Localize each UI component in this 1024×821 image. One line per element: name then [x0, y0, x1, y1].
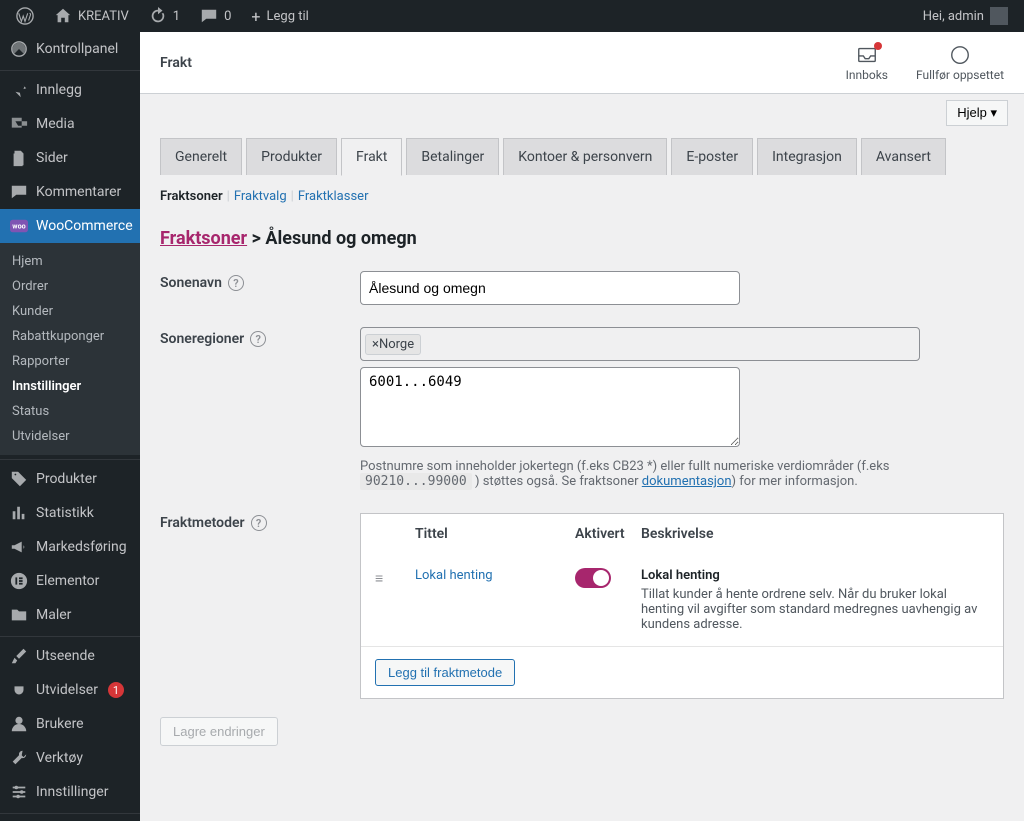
help-toggle[interactable]: Hjelp ▾: [946, 100, 1008, 126]
tab-integrasjon[interactable]: Integrasjon: [757, 138, 857, 175]
my-account[interactable]: Hei, admin: [915, 0, 1016, 32]
settings-tabs: GenereltProdukterFraktBetalingerKontoer …: [160, 138, 1004, 175]
sidebar-sub-innstillinger[interactable]: Innstillinger: [0, 374, 140, 399]
wc-header: Frakt Innboks Fullfør oppsettet: [140, 32, 1024, 94]
sidebar-item-produkter[interactable]: Produkter: [0, 459, 140, 496]
region-tag[interactable]: ×Norge: [365, 334, 421, 355]
sidebar-item-statistikk[interactable]: Statistikk: [0, 496, 140, 530]
shipping-methods-table: Tittel Aktivert Beskrivelse ≡ Lokal hent…: [360, 513, 1004, 699]
shipping-method-row: ≡ Lokal henting Lokal hentingTillat kund…: [361, 554, 1003, 646]
updates-link[interactable]: 1: [141, 0, 188, 32]
tab-produkter[interactable]: Produkter: [246, 138, 337, 175]
site-name-link[interactable]: KREATIV: [46, 0, 137, 32]
tab-kontoer-personvern[interactable]: Kontoer & personvern: [503, 138, 667, 175]
sidebar-sub-hjem[interactable]: Hjem: [0, 249, 140, 274]
breadcrumb-root[interactable]: Fraktsoner: [160, 228, 247, 249]
tab-generelt[interactable]: Generelt: [160, 138, 242, 175]
wp-logo[interactable]: [8, 0, 42, 32]
sidebar-item-kommentarer[interactable]: Kommentarer: [0, 175, 140, 209]
th-desc: Beskrivelse: [641, 526, 989, 542]
sidebar-item-utseende[interactable]: Utseende: [0, 636, 140, 673]
notification-dot: [874, 42, 882, 50]
help-icon[interactable]: ?: [251, 515, 267, 531]
sidebar-item-kontrollpanel[interactable]: Kontrollpanel: [0, 32, 140, 66]
drag-handle-icon[interactable]: ≡: [375, 568, 395, 587]
zone-name-label: Sonenavn: [160, 275, 222, 291]
setup-button[interactable]: Fullfør oppsettet: [916, 44, 1004, 82]
admin-bar: KREATIV 1 0 +Legg til Hei, admin: [0, 0, 1024, 32]
th-title: Tittel: [415, 526, 575, 542]
sidebar-item-innstillinger[interactable]: Innstillinger: [0, 775, 140, 809]
zone-regions-input[interactable]: ×Norge: [360, 327, 920, 361]
method-enabled-toggle[interactable]: [575, 568, 611, 588]
sidebar-item-media[interactable]: Media: [0, 107, 140, 141]
methods-label: Fraktmetoder: [160, 515, 245, 531]
help-icon[interactable]: ?: [250, 331, 266, 347]
tab-avansert[interactable]: Avansert: [861, 138, 946, 175]
save-button[interactable]: Lagre endringer: [160, 717, 278, 746]
zone-regions-label: Soneregioner: [160, 331, 244, 347]
sidebar-item-utvidelser[interactable]: Utvidelser1: [0, 673, 140, 707]
postcode-description: Postnumre som inneholder jokertegn (f.ek…: [360, 459, 1000, 489]
svg-text:woo: woo: [12, 222, 25, 231]
sidebar-sub-rabattkuponger[interactable]: Rabattkuponger: [0, 324, 140, 349]
sidebar-item-woocommerce[interactable]: wooWooCommerce: [0, 209, 140, 243]
sidebar-item-maler[interactable]: Maler: [0, 598, 140, 632]
zone-name-input[interactable]: [360, 271, 740, 305]
subnav-zones[interactable]: Fraktsoner: [160, 189, 223, 204]
tab-e-poster[interactable]: E-poster: [671, 138, 753, 175]
sidebar-sub-ordrer[interactable]: Ordrer: [0, 274, 140, 299]
sidebar-sub-utvidelser[interactable]: Utvidelser: [0, 424, 140, 449]
sidebar-item-trekk-sammen[interactable]: Trekk sammen: [0, 813, 140, 821]
help-icon[interactable]: ?: [228, 275, 244, 291]
breadcrumb: Fraktsoner > Ålesund og omegn: [160, 228, 1004, 249]
sidebar-sub-status[interactable]: Status: [0, 399, 140, 424]
sidebar-sub-kunder[interactable]: Kunder: [0, 299, 140, 324]
subnav-options[interactable]: Fraktvalg: [234, 189, 287, 204]
page-title: Frakt: [160, 55, 192, 71]
sub-nav: Fraktsoner|Fraktvalg|Fraktklasser: [160, 175, 1004, 210]
add-method-button[interactable]: Legg til fraktmetode: [375, 659, 515, 686]
avatar: [990, 7, 1008, 25]
admin-sidebar: Kontrollpanel InnleggMediaSiderKommentare…: [0, 32, 140, 821]
sidebar-item-verktøy[interactable]: Verktøy: [0, 741, 140, 775]
sidebar-item-brukere[interactable]: Brukere: [0, 707, 140, 741]
sidebar-item-innlegg[interactable]: Innlegg: [0, 70, 140, 107]
method-title-link[interactable]: Lokal henting: [415, 568, 575, 583]
subnav-classes[interactable]: Fraktklasser: [298, 189, 369, 204]
breadcrumb-current: Ålesund og omegn: [265, 228, 416, 249]
sidebar-item-sider[interactable]: Sider: [0, 141, 140, 175]
tab-betalinger[interactable]: Betalinger: [406, 138, 499, 175]
sidebar-item-markedsføring[interactable]: Markedsføring: [0, 530, 140, 564]
update-badge: 1: [108, 682, 124, 698]
add-new-link[interactable]: +Legg til: [243, 0, 316, 32]
comments-link[interactable]: 0: [192, 0, 239, 32]
inbox-button[interactable]: Innboks: [846, 44, 888, 82]
doc-link[interactable]: dokumentasjon: [642, 474, 732, 489]
sidebar-sub-rapporter[interactable]: Rapporter: [0, 349, 140, 374]
postcodes-textarea[interactable]: 6001...6049: [360, 367, 740, 447]
th-enabled: Aktivert: [575, 526, 641, 542]
tab-frakt[interactable]: Frakt: [341, 138, 402, 176]
sidebar-item-elementor[interactable]: Elementor: [0, 564, 140, 598]
